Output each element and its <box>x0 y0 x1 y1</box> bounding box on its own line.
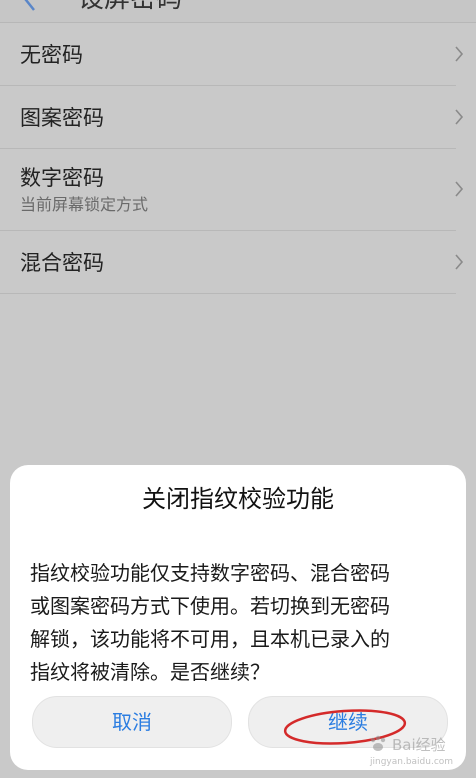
dialog-title: 关闭指纹校验功能 <box>142 485 334 513</box>
watermark: Bai经验 jingyan.baidu.com <box>368 734 473 774</box>
back-arrow-icon[interactable] <box>22 0 38 16</box>
watermark-url: jingyan.baidu.com <box>370 757 454 767</box>
lock-option-none[interactable]: 无密码 <box>0 23 464 86</box>
lock-option-mixed[interactable]: 混合密码 <box>0 231 464 294</box>
lock-option-label: 图案密码 <box>20 106 104 130</box>
watermark-text: Bai经验 <box>392 736 446 754</box>
lock-option-list: 无密码 图案密码 数字密码 当前屏幕锁定方式 混合密码 <box>0 23 476 294</box>
header: 设屏密码 <box>0 0 476 23</box>
page-title: 设屏密码 <box>78 0 182 14</box>
chevron-right-icon <box>455 254 464 270</box>
lock-option-label: 混合密码 <box>20 251 104 275</box>
paw-logo-icon <box>370 735 386 751</box>
cancel-button[interactable]: 取消 <box>32 696 232 748</box>
lock-option-label: 无密码 <box>20 43 83 67</box>
screen: 设屏密码 无密码 图案密码 数字密码 当前屏幕锁定方式 混合密码 <box>0 0 476 778</box>
chevron-right-icon <box>455 109 464 125</box>
lock-option-pin[interactable]: 数字密码 当前屏幕锁定方式 <box>0 149 464 231</box>
chevron-right-icon <box>455 181 464 197</box>
current-method-note: 当前屏幕锁定方式 <box>20 195 149 214</box>
lock-option-pattern[interactable]: 图案密码 <box>0 86 464 149</box>
dialog-message: 指纹校验功能仅支持数字密码、混合密码 或图案密码方式下使用。若切换到无密码 解锁… <box>30 561 390 684</box>
chevron-right-icon <box>455 46 464 62</box>
lock-option-label: 数字密码 <box>20 166 104 190</box>
